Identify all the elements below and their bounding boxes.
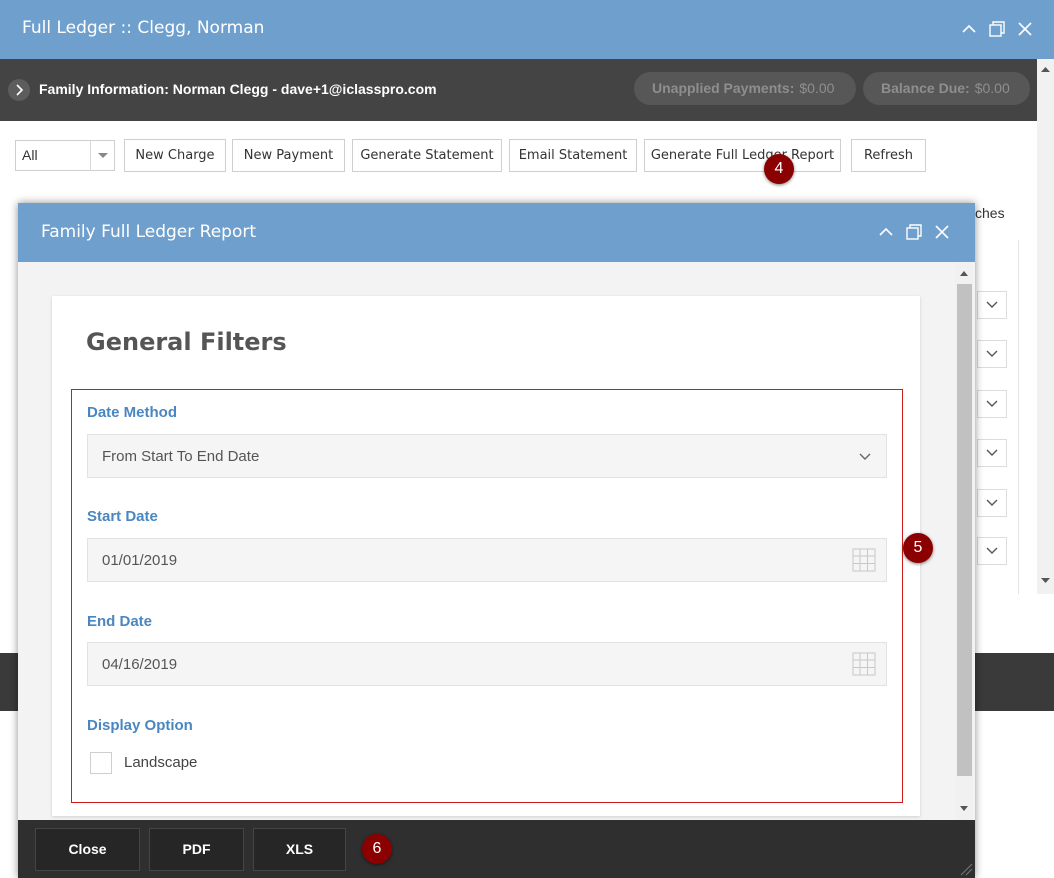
balance-due-label: Balance Due: xyxy=(881,80,970,96)
new-payment-button[interactable]: New Payment xyxy=(232,139,345,172)
expand-family-button[interactable] xyxy=(8,79,30,101)
display-option-label: Display Option xyxy=(87,717,193,734)
close-icon[interactable] xyxy=(933,223,951,241)
end-date-field[interactable]: 04/16/2019 xyxy=(87,642,887,686)
email-statement-button[interactable]: Email Statement xyxy=(509,139,637,172)
xls-button[interactable]: XLS xyxy=(253,828,346,871)
chevron-down-icon xyxy=(859,453,871,460)
filter-select[interactable]: All xyxy=(15,140,115,171)
general-filters-card: General Filters Date Method From Start T… xyxy=(52,296,920,816)
filter-select-value: All xyxy=(22,147,38,163)
resize-grip-icon[interactable] xyxy=(959,862,973,876)
date-method-label: Date Method xyxy=(87,404,177,421)
collapse-icon[interactable] xyxy=(960,20,978,38)
maximize-icon[interactable] xyxy=(988,20,1006,38)
caret-down-icon xyxy=(98,153,108,158)
end-date-label: End Date xyxy=(87,613,153,630)
date-method-select[interactable]: From Start To End Date xyxy=(87,434,887,478)
chevron-down-icon xyxy=(986,350,998,357)
new-charge-button[interactable]: New Charge xyxy=(124,139,226,172)
dialog-scroll-thumb[interactable] xyxy=(957,284,972,776)
balance-due-value: $0.00 xyxy=(974,80,1010,96)
scroll-down-icon[interactable] xyxy=(955,802,973,816)
chevron-down-icon xyxy=(986,499,998,506)
row-expand-button[interactable] xyxy=(977,390,1007,418)
row-expand-button[interactable] xyxy=(977,291,1007,319)
scroll-down-icon[interactable] xyxy=(1037,574,1054,588)
step-marker: 4 xyxy=(764,154,794,184)
full-ledger-report-dialog: Family Full Ledger Report General Filter… xyxy=(18,203,975,878)
scroll-up-icon[interactable] xyxy=(955,266,973,280)
refresh-button[interactable]: Refresh xyxy=(851,139,926,172)
row-expand-button[interactable] xyxy=(977,439,1007,467)
chevron-down-icon xyxy=(986,301,998,308)
row-expand-button[interactable] xyxy=(977,489,1007,517)
unapplied-payments-value: $0.00 xyxy=(799,80,835,96)
pdf-button[interactable]: PDF xyxy=(149,828,244,871)
collapse-icon[interactable] xyxy=(877,223,895,241)
start-date-field[interactable]: 01/01/2019 xyxy=(87,538,887,582)
filter-select-caret[interactable] xyxy=(90,141,114,170)
landscape-checkbox[interactable] xyxy=(90,752,112,774)
dialog-titlebar: Family Full Ledger Report xyxy=(18,203,975,262)
scroll-up-icon[interactable] xyxy=(1037,62,1054,76)
unapplied-payments-badge: Unapplied Payments: $0.00 xyxy=(634,72,856,105)
maximize-icon[interactable] xyxy=(905,223,923,241)
chevron-down-icon xyxy=(986,400,998,407)
generate-statement-button[interactable]: Generate Statement xyxy=(352,139,502,172)
chevron-down-icon xyxy=(986,449,998,456)
balance-due-badge: Balance Due: $0.00 xyxy=(863,72,1030,105)
calendar-icon[interactable] xyxy=(852,548,876,572)
step-marker: 5 xyxy=(903,533,933,563)
general-filters-heading: General Filters xyxy=(86,328,287,356)
close-icon[interactable] xyxy=(1016,20,1034,38)
chevron-down-icon xyxy=(986,547,998,554)
end-date-value: 04/16/2019 xyxy=(102,656,178,673)
family-information-bar: Family Information: Norman Clegg - dave+… xyxy=(0,59,1054,121)
outer-window-titlebar: Full Ledger :: Clegg, Norman xyxy=(0,0,1054,59)
outer-window-title: Full Ledger :: Clegg, Norman xyxy=(22,18,265,38)
family-information-text: Family Information: Norman Clegg - dave+… xyxy=(39,81,437,97)
outer-scrollbar[interactable] xyxy=(1037,59,1054,594)
dialog-scrollbar[interactable] xyxy=(955,262,973,820)
generate-full-ledger-report-button[interactable]: Generate Full Ledger Report xyxy=(644,139,841,172)
landscape-label: Landscape xyxy=(124,754,198,771)
start-date-label: Start Date xyxy=(87,508,158,525)
step-marker: 6 xyxy=(362,834,392,864)
start-date-value: 01/01/2019 xyxy=(102,552,178,569)
row-expand-button[interactable] xyxy=(977,340,1007,368)
dialog-title: Family Full Ledger Report xyxy=(41,222,256,242)
filters-highlight-box: Date Method From Start To End Date Start… xyxy=(71,389,903,803)
calendar-icon[interactable] xyxy=(852,652,876,676)
dialog-footer: Close PDF XLS xyxy=(18,820,975,878)
chevron-right-icon xyxy=(16,84,24,96)
close-button[interactable]: Close xyxy=(35,828,140,871)
date-method-value: From Start To End Date xyxy=(102,448,260,465)
unapplied-payments-label: Unapplied Payments: xyxy=(652,80,795,96)
row-expand-button[interactable] xyxy=(977,537,1007,565)
background-text-peek: ches xyxy=(975,205,1005,221)
